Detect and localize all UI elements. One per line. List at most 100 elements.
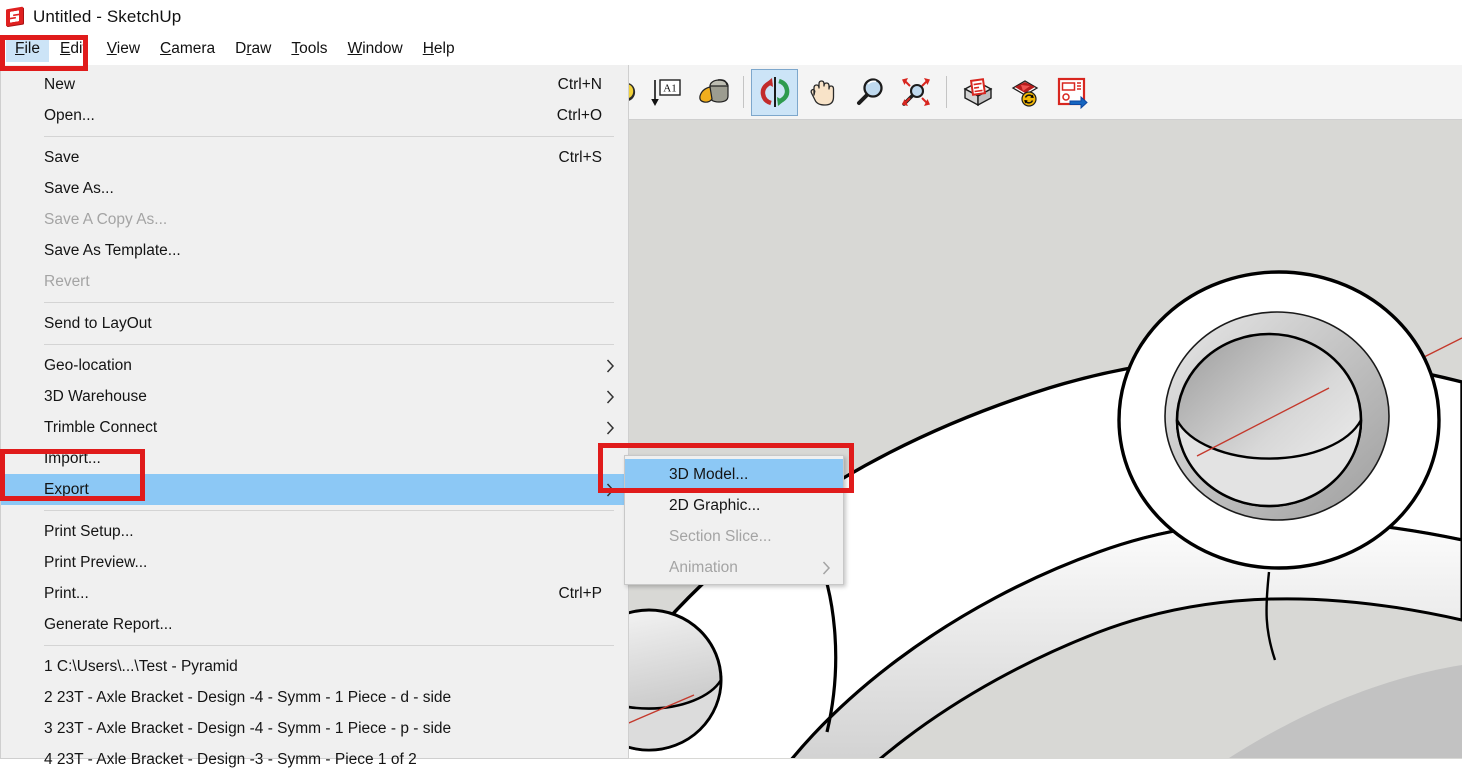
- file-menu-item-new[interactable]: NewCtrl+N: [1, 69, 628, 100]
- export-submenu-item-label: 2D Graphic...: [669, 497, 760, 514]
- menubar-item-camera[interactable]: Camera: [151, 37, 224, 62]
- menubar-item-help[interactable]: Help: [414, 37, 464, 62]
- file-menu-item-label: New: [44, 76, 75, 93]
- file-menu-item-label: 4 23T - Axle Bracket - Design -3 - Symm …: [44, 751, 417, 768]
- send-to-layout-button[interactable]: [1048, 69, 1095, 116]
- orbit-tool-icon: [758, 75, 792, 109]
- model-viewport[interactable]: [628, 120, 1462, 759]
- file-menu-item-print-preview[interactable]: Print Preview...: [1, 547, 628, 578]
- file-menu-item-open[interactable]: Open... Ctrl+O: [1, 100, 628, 131]
- menubar-item-edit[interactable]: Edit: [51, 37, 96, 62]
- file-menu-item-label: Send to LayOut: [44, 315, 152, 332]
- bracket-shadow-wedge: [1229, 665, 1462, 758]
- submenu-arrow-icon: [606, 412, 615, 443]
- file-menu-item-revert: Revert: [1, 266, 628, 297]
- file-menu-item-shortcut: Ctrl+O: [557, 100, 602, 131]
- zoom-extents-icon: [899, 75, 933, 109]
- menubar-item-file[interactable]: File: [6, 37, 49, 62]
- export-submenu[interactable]: 3D Model... 2D Graphic... Section Slice...…: [624, 455, 844, 585]
- file-menu-item-save-a-copy-as: Save A Copy As...: [1, 204, 628, 235]
- export-submenu-item-section-slice: Section Slice...: [625, 521, 843, 552]
- file-menu-separator: [44, 302, 614, 303]
- file-menu-item-import[interactable]: Import...: [1, 443, 628, 474]
- export-submenu-item-label: Section Slice...: [669, 528, 772, 545]
- file-menu-item-label: 2 23T - Axle Bracket - Design -4 - Symm …: [44, 689, 451, 706]
- file-menu-item-save-as-template[interactable]: Save As Template...: [1, 235, 628, 266]
- submenu-arrow-icon: [606, 381, 615, 412]
- file-menu-item-save[interactable]: Save Ctrl+S: [1, 142, 628, 173]
- file-menu-item-1-c-users-test-pyramid[interactable]: 1 C:\Users\...\Test - Pyramid: [1, 651, 628, 682]
- file-menu-item-4-23t-axle-bracket-design-3-symm-piece-1[interactable]: 4 23T - Axle Bracket - Design -3 - Symm …: [1, 744, 628, 775]
- paint-bucket-button[interactable]: [689, 69, 736, 116]
- menubar-item-view[interactable]: View: [98, 37, 149, 62]
- file-menu-separator: [44, 645, 614, 646]
- file-menu-item-export[interactable]: Export: [1, 474, 628, 505]
- toolbar-separator-2: [946, 76, 947, 108]
- submenu-arrow-icon: [606, 350, 615, 381]
- toolbar: A1: [628, 65, 1462, 120]
- toolbar-separator: [743, 76, 744, 108]
- file-menu-item-label: Save As Template...: [44, 242, 181, 259]
- submenu-arrow-icon: [606, 474, 615, 505]
- file-menu-item-label: Print Setup...: [44, 523, 134, 540]
- file-menu-item-label: 3 23T - Axle Bracket - Design -4 - Symm …: [44, 720, 451, 737]
- 3d-warehouse-icon: [961, 75, 995, 109]
- export-submenu-item-animation: Animation: [625, 552, 843, 583]
- model-drawing: [629, 120, 1462, 758]
- file-menu-item-print[interactable]: Print... Ctrl+P: [1, 578, 628, 609]
- file-menu-item-send-to-layout[interactable]: Send to LayOut: [1, 308, 628, 339]
- export-submenu-item-2d-graphic[interactable]: 2D Graphic...: [625, 490, 843, 521]
- file-menu-separator: [44, 136, 614, 137]
- file-menu-dropdown[interactable]: NewCtrl+N Open... Ctrl+O Save Ctrl+S Save As.…: [0, 65, 629, 759]
- file-menu-item-label: Generate Report...: [44, 616, 172, 633]
- extension-warehouse-icon: [1008, 75, 1042, 109]
- file-menu-item-label: Save As...: [44, 180, 114, 197]
- sketchup-logo-icon: [4, 6, 26, 28]
- file-menu-item-label: Save A Copy As...: [44, 211, 167, 228]
- zoom-extents-button[interactable]: [892, 69, 939, 116]
- file-menu-item-label: Revert: [44, 273, 90, 290]
- text-tool-icon: A1: [649, 75, 683, 109]
- export-submenu-item-label: 3D Model...: [669, 466, 748, 483]
- menubar-item-tools[interactable]: Tools: [282, 37, 336, 62]
- orbit-tool-button[interactable]: [751, 69, 798, 116]
- text-tool-button[interactable]: A1: [642, 69, 689, 116]
- zoom-tool-icon: [852, 75, 886, 109]
- file-menu-item-3d-warehouse[interactable]: 3D Warehouse: [1, 381, 628, 412]
- window-title: Untitled - SketchUp: [33, 7, 181, 27]
- paint-bucket-icon: [696, 75, 730, 109]
- export-submenu-item-3d-model[interactable]: 3D Model...: [625, 459, 843, 490]
- menu-bar: File Edit View Camera Draw Tools Window …: [0, 34, 1462, 65]
- menubar-item-window[interactable]: Window: [339, 37, 412, 62]
- submenu-arrow-icon: [822, 552, 831, 583]
- svg-text:A1: A1: [663, 83, 676, 95]
- file-menu-item-3-23t-axle-bracket-design-4-symm-1-piece[interactable]: 3 23T - Axle Bracket - Design -4 - Symm …: [1, 713, 628, 744]
- file-menu-item-trimble-connect[interactable]: Trimble Connect: [1, 412, 628, 443]
- menubar-item-draw[interactable]: Draw: [226, 37, 280, 62]
- file-menu-item-print-setup[interactable]: Print Setup...: [1, 516, 628, 547]
- extension-warehouse-button[interactable]: [1001, 69, 1048, 116]
- pan-tool-button[interactable]: [798, 69, 845, 116]
- file-menu-item-shortcut: Ctrl+S: [559, 142, 603, 173]
- file-menu-item-label: Geo-location: [44, 357, 132, 374]
- send-to-layout-icon: [1055, 75, 1089, 109]
- file-menu-item-save-as[interactable]: Save As...: [1, 173, 628, 204]
- zoom-tool-button[interactable]: [845, 69, 892, 116]
- file-menu-item-label: 3D Warehouse: [44, 388, 147, 405]
- file-menu-item-geo-location[interactable]: Geo-location: [1, 350, 628, 381]
- title-bar: Untitled - SketchUp: [0, 0, 1462, 34]
- export-submenu-item-label: Animation: [669, 559, 738, 576]
- file-menu-item-shortcut: Ctrl+P: [559, 578, 603, 609]
- pan-tool-icon: [805, 75, 839, 109]
- file-menu-item-label: Import...: [44, 450, 101, 467]
- file-menu-item-generate-report[interactable]: Generate Report...: [1, 609, 628, 640]
- file-menu-item-label: Print Preview...: [44, 554, 147, 571]
- file-menu-separator: [44, 344, 614, 345]
- file-menu-item-2-23t-axle-bracket-design-4-symm-1-piece[interactable]: 2 23T - Axle Bracket - Design -4 - Symm …: [1, 682, 628, 713]
- file-menu-item-label: Trimble Connect: [44, 419, 157, 436]
- file-menu-item-label: Print...: [44, 585, 89, 602]
- 3d-warehouse-button[interactable]: [954, 69, 1001, 116]
- file-menu-item-label: Save: [44, 149, 79, 166]
- file-menu-item-label: Open...: [44, 107, 95, 124]
- file-menu-item-label: Export: [44, 481, 89, 498]
